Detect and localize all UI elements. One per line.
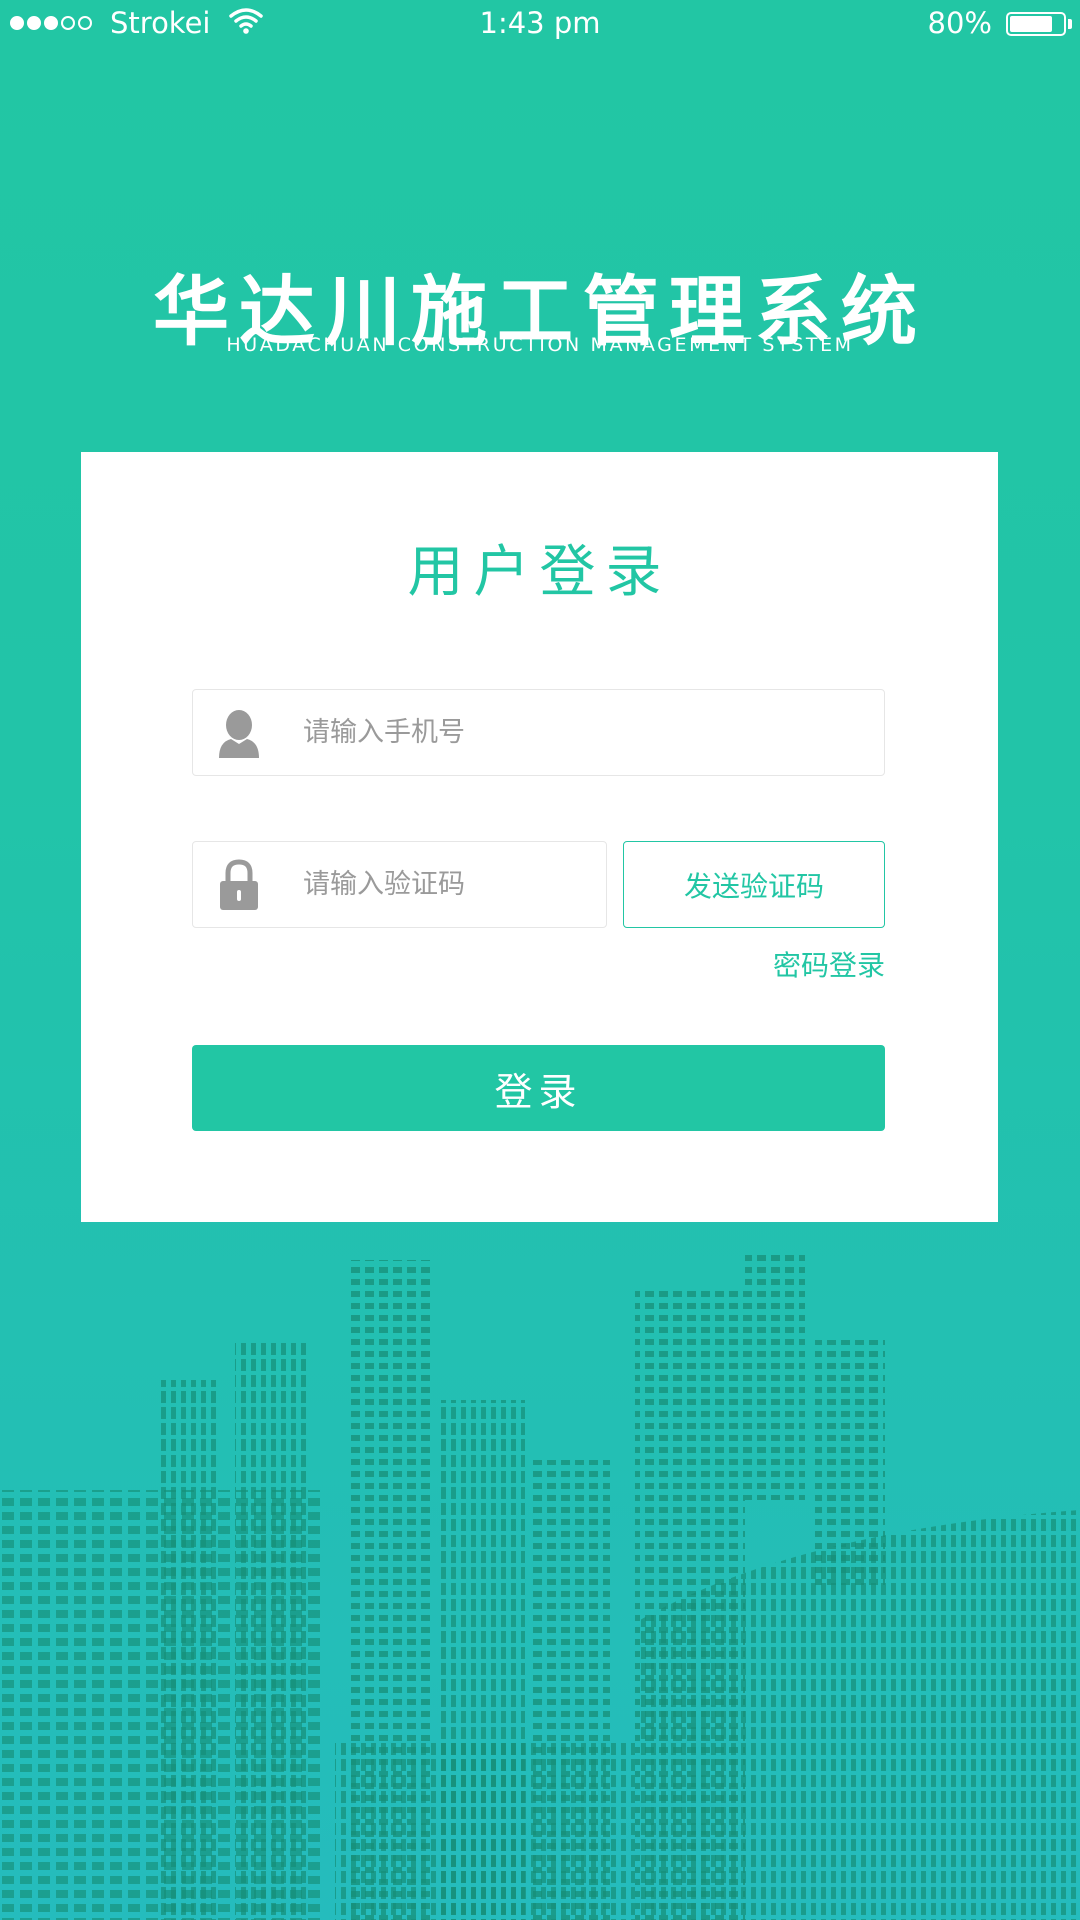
app-subtitle: HUADACHUAN CONSTRUCTION MANAGEMENT SYSTE… (226, 334, 854, 356)
user-icon (219, 710, 259, 758)
phone-input[interactable] (303, 690, 863, 775)
phone-field[interactable] (192, 689, 885, 776)
login-button[interactable]: 登录 (192, 1045, 885, 1131)
code-field[interactable] (192, 841, 607, 928)
battery-percentage: 80% (927, 6, 992, 40)
status-bar: Strokei 1:43 pm 80% (0, 0, 1080, 50)
login-title: 用户登录 (407, 540, 672, 605)
code-input[interactable] (303, 842, 593, 927)
battery-nub (1068, 19, 1072, 29)
lock-icon (220, 859, 258, 910)
status-time: 1:43 pm (479, 6, 601, 40)
password-login-link[interactable]: 密码登录 (773, 944, 885, 984)
login-card: 用户登录 发送验证码 密码登录 登录 (81, 452, 998, 1222)
battery-icon (1006, 12, 1066, 36)
city-skyline-illustration (0, 1250, 1080, 1920)
send-code-button[interactable]: 发送验证码 (623, 841, 885, 928)
